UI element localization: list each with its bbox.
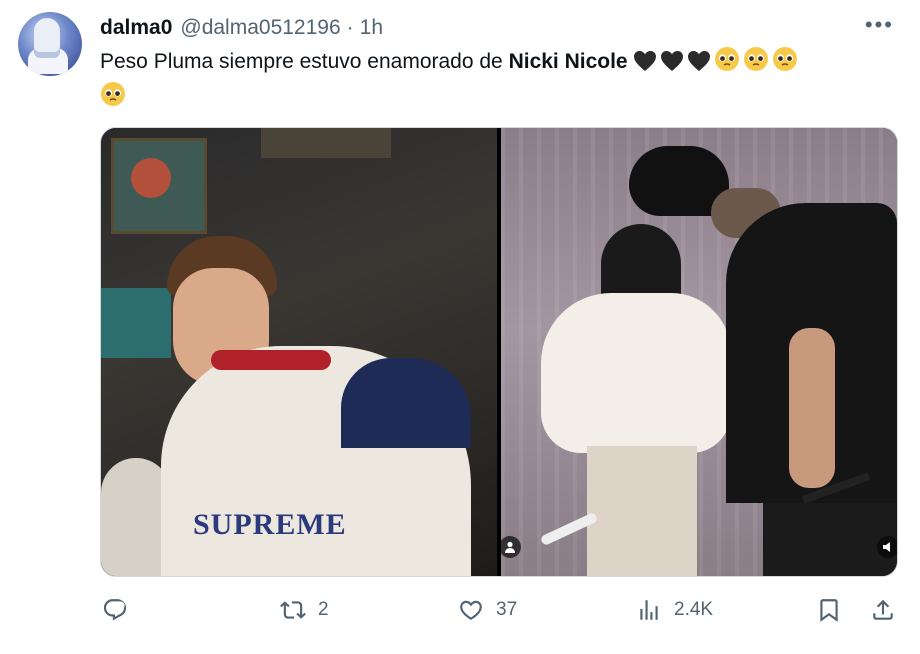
heart-icon [460, 600, 482, 620]
wall-art [101, 288, 171, 358]
tattooed-arm [789, 328, 835, 488]
pleading-face-icon [743, 46, 769, 81]
views-icon [640, 600, 658, 620]
bookmark-button[interactable] [816, 594, 842, 626]
avatar-figure-head [34, 18, 60, 58]
wall-art [131, 158, 171, 198]
share-button[interactable] [870, 594, 896, 626]
jersey-collar [211, 350, 331, 370]
white-skirt [587, 446, 697, 576]
reply-button[interactable] [102, 594, 140, 626]
jersey-shoulder [341, 358, 471, 448]
tweet-text: Peso Pluma siempre estuvo enamorado de N… [100, 46, 900, 116]
like-button[interactable]: 37 [458, 594, 517, 626]
retweet-count: 2 [318, 599, 329, 620]
person-tag-icon[interactable] [499, 536, 521, 558]
views-count: 2.4K [674, 599, 714, 620]
black-heart-icon [660, 50, 684, 81]
media-photo-left[interactable]: SUPREME [101, 128, 497, 576]
pleading-face-icon [714, 46, 740, 81]
share-icon [873, 599, 893, 620]
separator-dot: · [346, 16, 354, 39]
tweet-header: dalma0 @dalma0512196 · 1h [100, 14, 383, 42]
avatar[interactable] [18, 12, 82, 76]
black-heart-icon [687, 50, 711, 81]
display-name[interactable]: dalma0 [100, 16, 172, 40]
more-options-icon[interactable]: ••• [865, 14, 894, 36]
tweet-media[interactable]: SUPREME [100, 127, 898, 577]
retweet-button[interactable]: 2 [280, 594, 329, 626]
media-photo-right[interactable] [501, 128, 897, 576]
timestamp[interactable]: 1h [360, 16, 383, 40]
wall-frame [261, 128, 391, 158]
pleading-face-icon [772, 46, 798, 81]
retweet-icon [280, 601, 306, 619]
pleading-face-icon [100, 81, 126, 116]
tweet-text-bold: Nicki Nicole [508, 50, 628, 73]
like-count: 37 [496, 599, 518, 620]
volume-icon[interactable] [877, 536, 897, 558]
bookmark-icon [820, 599, 838, 622]
black-heart-icon [633, 50, 657, 81]
reply-icon [103, 599, 127, 621]
black-pants [763, 503, 897, 576]
tweet-text-plain: Peso Pluma siempre estuvo enamorado de [100, 50, 509, 73]
user-handle[interactable]: @dalma0512196 [180, 16, 340, 40]
jersey-text: SUPREME [193, 508, 347, 541]
tweet-actions: 2 37 2.4K [100, 594, 900, 626]
views-button[interactable]: 2.4K [636, 594, 713, 626]
white-jacket [541, 293, 731, 453]
